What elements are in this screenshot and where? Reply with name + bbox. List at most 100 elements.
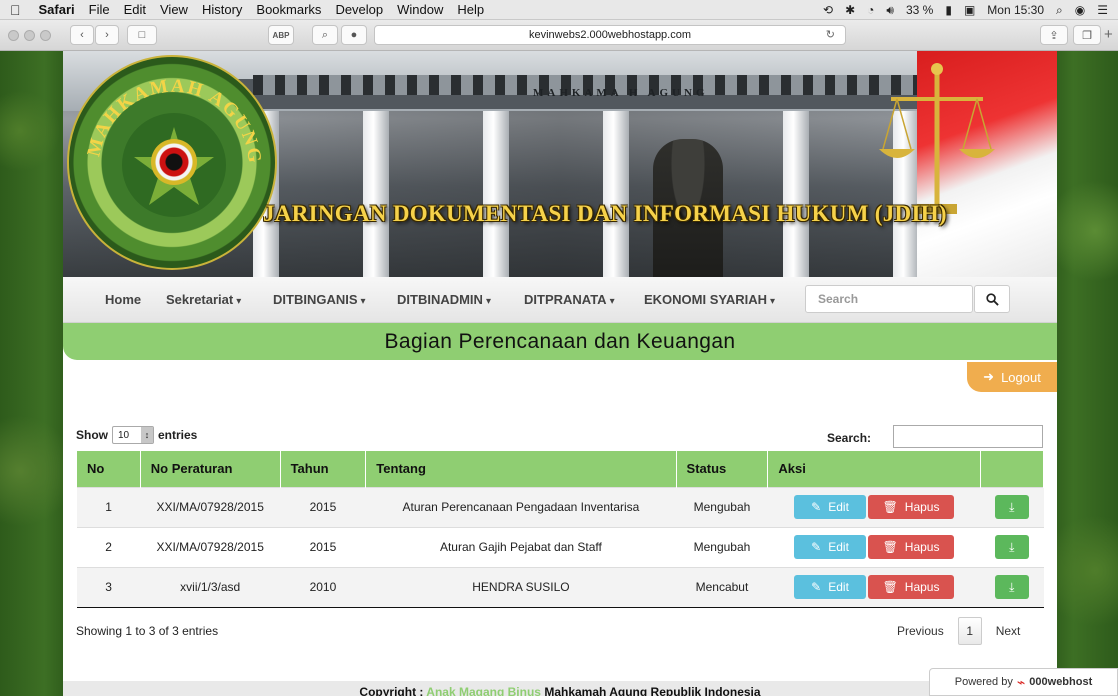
logout-icon: ➜: [983, 369, 995, 384]
col-header-tahun[interactable]: Tahun: [280, 451, 367, 487]
delete-label: Hapus: [904, 540, 940, 554]
spotlight-icon[interactable]: ⌕: [1056, 3, 1063, 18]
banner-title: JARINGAN DOKUMENTASI DAN INFORMASI HUKUM…: [263, 201, 947, 226]
address-bar[interactable]: kevinwebs2.000webhostapp.com ↻: [374, 25, 846, 45]
macos-menubar:  Safari File Edit View History Bookmark…: [0, 0, 1118, 20]
nav-ekonomi-syariah[interactable]: EKONOMI SYARIAH ▾: [644, 292, 775, 307]
mahkamah-agung-logo[interactable]: MAHKAMAH AGUNG: [67, 55, 277, 270]
pagination-previous[interactable]: Previous: [897, 624, 944, 638]
nav-ditbinganis[interactable]: DITBINGANIS ▾: [273, 292, 366, 307]
download-icon: ⤓: [1009, 539, 1015, 554]
wifi-icon[interactable]: ◔: [867, 3, 874, 17]
menu-file[interactable]: File: [89, 2, 110, 17]
siri-icon[interactable]: ◉: [1075, 3, 1085, 17]
cell-no-peraturan: xvii/1/3/asd: [140, 566, 281, 608]
delete-button[interactable]: 🗑︎ Hapus: [868, 495, 955, 519]
download-button[interactable]: ⤓: [994, 495, 1029, 519]
clock[interactable]: Mon 15:30: [987, 3, 1044, 17]
cell-actions: ✎ Edit 🗑︎ Hapus: [767, 526, 981, 567]
edit-icon: ✎: [811, 540, 822, 554]
tabs-icon[interactable]: ❐: [1073, 25, 1101, 45]
cell-tentang: HENDRA SUSILO: [365, 566, 677, 608]
menu-help[interactable]: Help: [457, 2, 484, 17]
forward-icon[interactable]: ›: [95, 25, 119, 45]
menu-safari[interactable]: Safari: [39, 2, 75, 17]
col-header-no-peraturan[interactable]: No Peraturan: [140, 451, 281, 487]
delete-button[interactable]: 🗑︎ Hapus: [868, 535, 955, 559]
privacy-icon[interactable]: ●: [341, 25, 367, 45]
delete-label: Hapus: [904, 500, 940, 514]
col-header-aksi[interactable]: Aksi: [767, 451, 981, 487]
caret-down-icon: ▾: [609, 296, 615, 307]
sidebar-icon[interactable]: □: [127, 25, 157, 45]
reload-icon[interactable]: ↻: [826, 26, 835, 44]
caret-down-icon: ▾: [485, 296, 491, 307]
volume-icon[interactable]: 🔊︎: [886, 3, 894, 18]
nav-search-input[interactable]: Search: [805, 285, 973, 313]
delete-button[interactable]: 🗑︎ Hapus: [868, 575, 955, 599]
cell-tahun: 2010: [280, 566, 366, 608]
menu-history[interactable]: History: [202, 2, 242, 17]
back-icon[interactable]: ‹: [70, 25, 94, 45]
edit-label: Edit: [828, 580, 849, 594]
minimize-window-button[interactable]: [24, 30, 35, 41]
edit-button[interactable]: ✎ Edit: [794, 495, 867, 519]
nav-sekretariat[interactable]: Sekretariat ▾: [166, 292, 241, 307]
pagination-page-1[interactable]: 1: [957, 617, 982, 645]
col-header-no[interactable]: No: [77, 451, 141, 487]
menu-view[interactable]: View: [160, 2, 188, 17]
share-icon[interactable]: ⇪: [1040, 25, 1068, 45]
pagination: Previous 1 Next: [897, 617, 1020, 645]
menu-edit[interactable]: Edit: [124, 2, 146, 17]
menu-develop[interactable]: Develop: [335, 2, 383, 17]
cell-status: Mengubah: [676, 486, 768, 527]
logout-button[interactable]: ➜ Logout: [967, 362, 1057, 392]
powered-by-label: Powered by: [954, 676, 1013, 688]
cell-no-peraturan: XXI/MA/07928/2015: [140, 526, 281, 567]
edit-button[interactable]: ✎ Edit: [794, 575, 867, 599]
cell-download: ⤓: [980, 486, 1044, 527]
banner-column: [783, 111, 809, 277]
new-tab-icon[interactable]: +: [1104, 26, 1113, 43]
download-button[interactable]: ⤓: [994, 535, 1029, 559]
calendar-icon[interactable]: ▣: [964, 3, 975, 17]
col-header-status[interactable]: Status: [676, 451, 769, 487]
cell-download: ⤓: [980, 526, 1044, 567]
edit-button[interactable]: ✎ Edit: [794, 535, 867, 559]
col-header-tentang[interactable]: Tentang: [365, 451, 677, 487]
table-search-input[interactable]: [893, 425, 1043, 448]
building-inscription: MAHKAMA H AGUNG: [533, 87, 709, 99]
site-container: MAHKAMA H AGUNG MAHKAMAH AGUNG JARINGAN …: [63, 51, 1057, 696]
page-length-select[interactable]: 10 ↕: [112, 426, 154, 444]
download-button[interactable]: ⤓: [994, 575, 1029, 599]
window-controls: [8, 30, 51, 41]
search-icon[interactable]: ⌕: [312, 25, 338, 45]
nav-home[interactable]: Home: [105, 292, 141, 307]
pagination-next[interactable]: Next: [996, 624, 1021, 638]
footer-link[interactable]: Anak Magang Binus: [426, 685, 541, 696]
cell-status: Mengubah: [676, 526, 768, 567]
nav-ditbinganis-label: DITBINGANIS: [273, 292, 358, 307]
adblock-icon[interactable]: ABP: [268, 25, 294, 45]
table-row: 1 XXI/MA/07928/2015 2015 Aturan Perencan…: [77, 486, 1044, 527]
nav-ditpranata[interactable]: DITPRANATA ▾: [524, 292, 615, 307]
powered-by-badge[interactable]: Powered by ⌁ 000webhost: [929, 668, 1118, 696]
banner-column: [483, 111, 509, 277]
cell-tahun: 2015: [280, 486, 366, 527]
edit-label: Edit: [828, 500, 849, 514]
zoom-window-button[interactable]: [40, 30, 51, 41]
page-length-control: Show 10 ↕ entries: [76, 426, 197, 444]
notification-center-icon[interactable]: ☰: [1097, 3, 1108, 17]
main-navbar: Home Sekretariat ▾ DITBINGANIS ▾ DITBINADM…: [63, 277, 1057, 323]
menu-window[interactable]: Window: [397, 2, 443, 17]
browser-toolbar: ‹ › □ ABP ⌕ ● kevinwebs2.000webhostapp.c…: [0, 20, 1118, 51]
time-machine-icon[interactable]: ⟲: [823, 3, 833, 17]
nav-search-button[interactable]: [974, 285, 1010, 313]
nav-ditbinadmin[interactable]: DITBINADMIN ▾: [397, 292, 491, 307]
battery-status[interactable]: 33 %: [906, 3, 933, 17]
nav-search-placeholder: Search: [818, 292, 859, 306]
bluetooth-icon[interactable]: ✱: [845, 3, 855, 17]
menu-bookmarks[interactable]: Bookmarks: [256, 2, 321, 17]
apple-icon[interactable]: : [10, 2, 21, 18]
close-window-button[interactable]: [8, 30, 19, 41]
